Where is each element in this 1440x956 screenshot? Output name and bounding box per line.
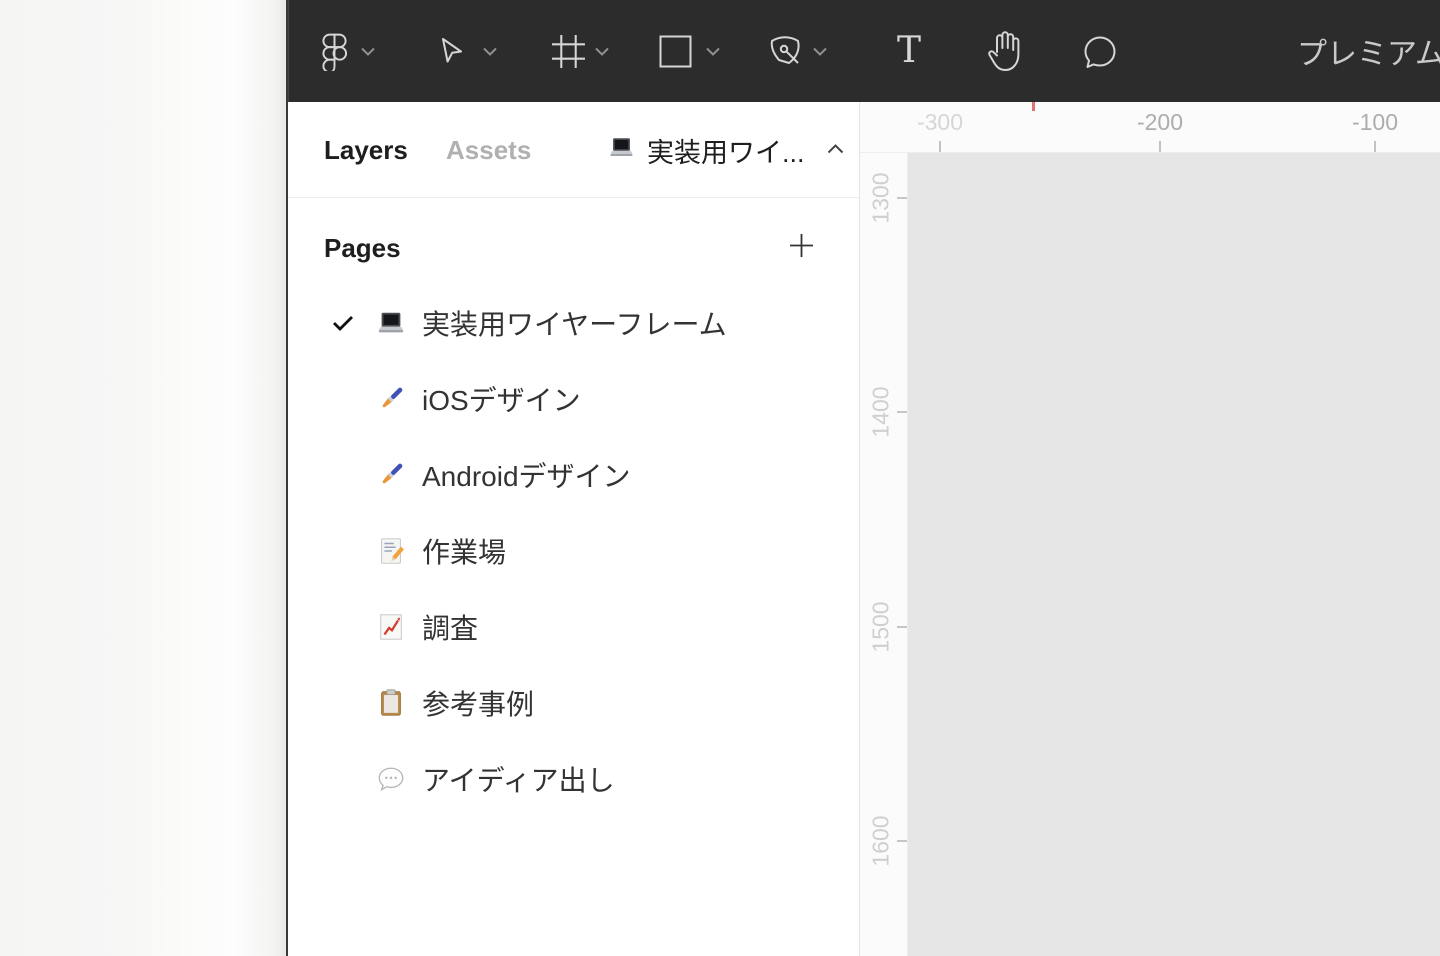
- panel-tabs-row: Layers Assets 実装用ワイ...: [288, 102, 859, 198]
- figma-window: T プレミアム Layers Assets 実装用ワイ... Pages 実装用…: [0, 0, 1440, 956]
- ruler-label: 1500: [867, 601, 894, 653]
- page-item-label: 作業場: [422, 537, 507, 568]
- page-item-label: Androidデザイン: [422, 461, 631, 492]
- frame-tool-dropdown-chevron[interactable]: [588, 0, 616, 102]
- ruler-label: -300: [916, 108, 964, 135]
- ruler-tick: [897, 626, 907, 628]
- add-page-button[interactable]: [781, 228, 821, 268]
- ruler-label: 1400: [867, 386, 894, 438]
- page-item-ios-design[interactable]: iOSデザイン: [288, 361, 859, 437]
- ruler-tick: [897, 411, 907, 413]
- shape-tool-dropdown-chevron[interactable]: [699, 0, 727, 102]
- chevron-up-icon: [827, 141, 844, 159]
- page-item-label: iOSデザイン: [422, 385, 581, 416]
- hand-icon: [984, 29, 1024, 73]
- page-item-label: アイディア出し: [422, 765, 615, 796]
- text-tool-button[interactable]: T: [889, 0, 929, 102]
- file-title[interactable]: プレミアム: [1297, 0, 1440, 102]
- speech-bubble-icon: [1081, 32, 1119, 70]
- plus-icon: [787, 231, 816, 265]
- move-tool-dropdown-chevron[interactable]: [476, 0, 504, 102]
- ruler-tick: [1159, 141, 1161, 152]
- pages-list: 実装用ワイヤーフレーム iOSデザイン Androidデザイン 作業場 調査 参…: [288, 285, 859, 817]
- cursor-icon: [438, 36, 466, 66]
- rectangle-icon: [659, 35, 692, 68]
- layers-panel: Layers Assets 実装用ワイ... Pages 実装用ワイヤーフレーム…: [288, 102, 860, 956]
- laptop-emoji-icon: [376, 308, 406, 343]
- move-tool-button[interactable]: [432, 0, 472, 102]
- tab-assets[interactable]: Assets: [446, 102, 531, 198]
- vertical-ruler: 1300 1400 1500 1600: [860, 153, 908, 956]
- pen-tool-button[interactable]: [764, 0, 808, 102]
- ruler-tick: [897, 197, 907, 199]
- ruler-label: -200: [1136, 108, 1184, 135]
- figma-logo-icon: [321, 31, 348, 71]
- text-T-icon: T: [896, 30, 921, 71]
- desktop-backdrop: [0, 0, 288, 956]
- laptop-emoji-icon: [608, 134, 635, 166]
- page-selector[interactable]: 実装用ワイ...: [588, 102, 859, 198]
- shape-tool-button[interactable]: [654, 0, 696, 102]
- ruler-label: 1300: [867, 172, 894, 224]
- pen-tool-dropdown-chevron[interactable]: [806, 0, 834, 102]
- pages-header: Pages: [288, 220, 859, 276]
- cursor-position-marker: [1032, 102, 1035, 111]
- horizontal-ruler: -300 -200 -100: [860, 102, 1440, 153]
- page-selector-label: 実装用ワイ...: [647, 137, 805, 168]
- page-item-wireframe[interactable]: 実装用ワイヤーフレーム: [288, 285, 859, 361]
- pages-title: Pages: [324, 232, 401, 263]
- page-item-android-design[interactable]: Androidデザイン: [288, 437, 859, 513]
- ruler-tick: [1374, 141, 1376, 152]
- page-item-ideation[interactable]: アイディア出し: [288, 741, 859, 817]
- page-item-references[interactable]: 参考事例: [288, 665, 859, 741]
- figma-menu-button[interactable]: [312, 0, 356, 102]
- page-item-workspace[interactable]: 作業場: [288, 513, 859, 589]
- hash-frame-icon: [551, 34, 586, 69]
- tab-layers[interactable]: Layers: [324, 102, 408, 198]
- page-item-label: 参考事例: [422, 689, 535, 720]
- canvas-background[interactable]: [908, 153, 1440, 956]
- speech-balloon-emoji-icon: [376, 764, 406, 799]
- hand-tool-button[interactable]: [981, 0, 1027, 102]
- ruler-label: 1600: [867, 815, 894, 867]
- page-item-label: 実装用ワイヤーフレーム: [422, 309, 727, 340]
- toolbar: T プレミアム: [288, 0, 1440, 102]
- ruler-label: -100: [1351, 108, 1399, 135]
- clipboard-emoji-icon: [376, 688, 406, 723]
- chart-increasing-emoji-icon: [376, 612, 406, 647]
- page-item-research[interactable]: 調査: [288, 589, 859, 665]
- frame-tool-button[interactable]: [546, 0, 590, 102]
- checkmark-icon: [332, 314, 354, 337]
- pen-nib-icon: [768, 33, 804, 69]
- ruler-tick: [939, 141, 941, 152]
- page-item-label: 調査: [422, 613, 479, 644]
- memo-emoji-icon: [376, 536, 406, 571]
- ruler-tick: [897, 840, 907, 842]
- paintbrush-emoji-icon: [376, 460, 406, 495]
- paintbrush-emoji-icon: [376, 384, 406, 419]
- canvas-area[interactable]: -300 -200 -100 1300 1400 1500 1600: [860, 102, 1440, 956]
- figma-menu-dropdown-chevron[interactable]: [354, 0, 382, 102]
- comment-tool-button[interactable]: [1078, 0, 1122, 102]
